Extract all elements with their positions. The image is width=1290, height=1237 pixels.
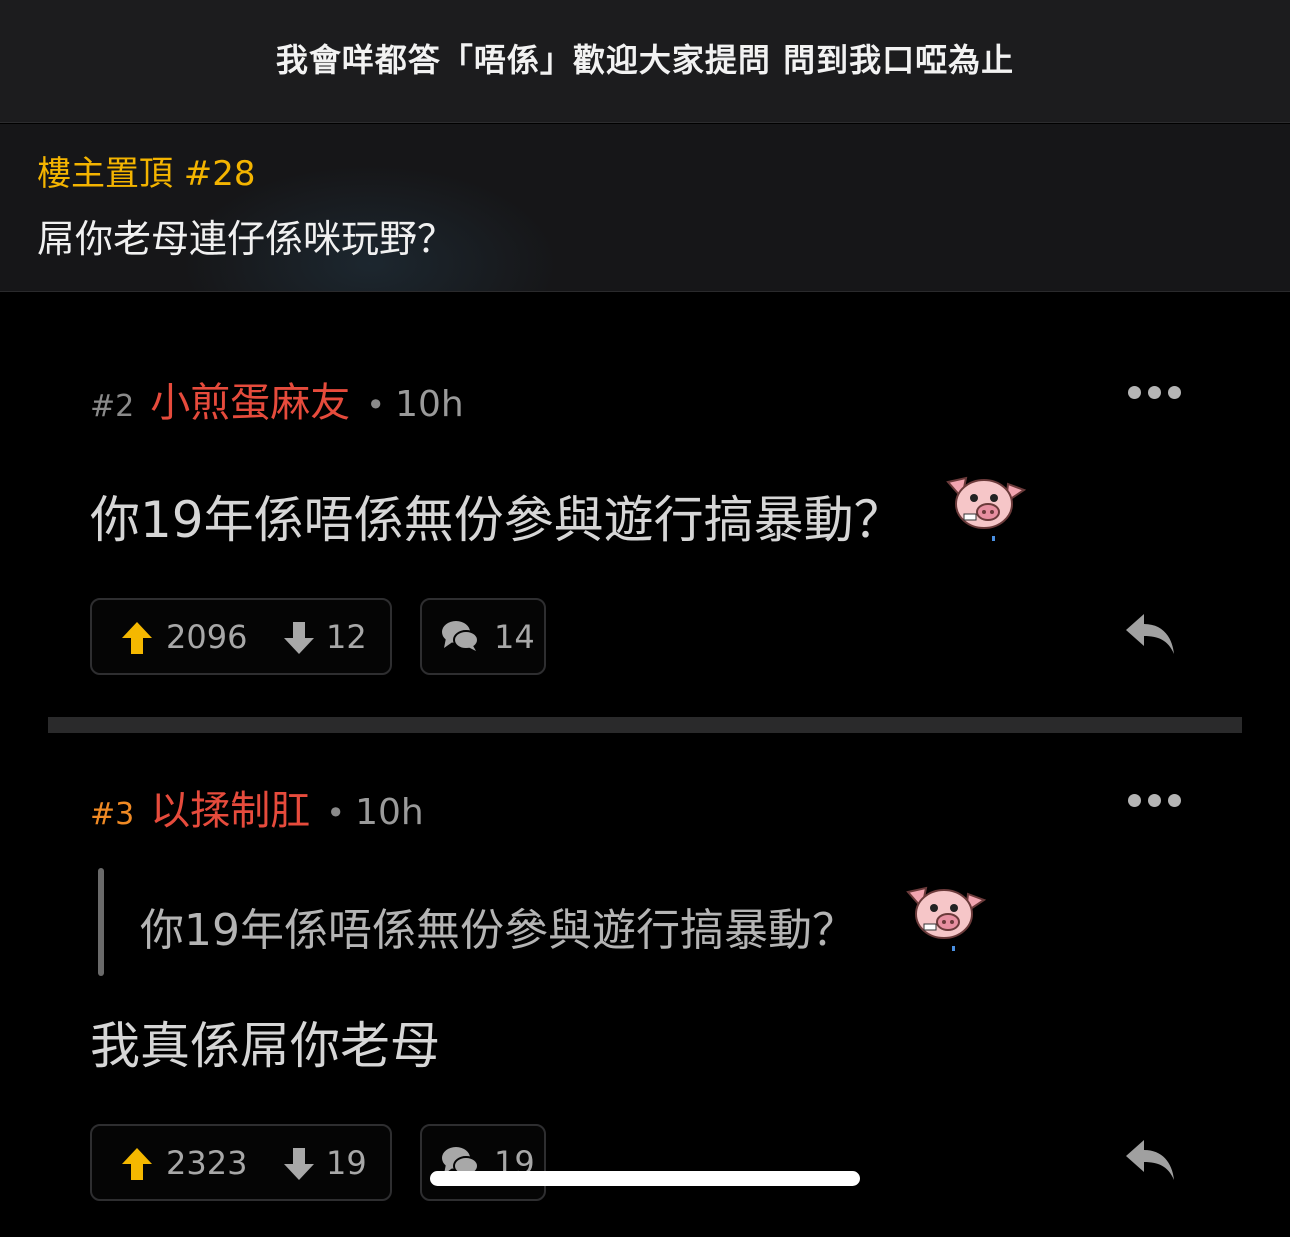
comment-button[interactable]: 19 [420,1124,546,1201]
quote-bar [98,868,104,976]
author-name[interactable]: 以揉制肛 [150,778,310,836]
pinned-text: 屌你老母連仔係咪玩野？ [37,217,456,261]
pinned-banner[interactable]: 樓主置頂 #28 屌你老母連仔係咪玩野？ [0,124,1290,292]
post-divider [48,717,1242,733]
post-header: #2 小煎蛋麻友 • 10h [90,370,464,428]
post-time: 10h [355,792,424,833]
home-indicator[interactable] [430,1171,860,1186]
post-body: 我真係屌你老母 [90,1017,440,1075]
floor-number: #3 [90,797,135,832]
thread-title: 我會咩都答「唔係」歡迎大家提問 問到我口啞為止 [275,41,1015,79]
downvote-arrow-icon[interactable] [284,1148,314,1180]
thread-title-bar: 我會咩都答「唔係」歡迎大家提問 問到我口啞為止 [0,0,1290,123]
quoted-text: 你19年係唔係無份參與遊行搞暴動？ [140,905,856,956]
separator-dot: • [326,794,346,832]
comment-count: 14 [494,618,535,656]
reply-arrow-icon[interactable] [1124,1138,1176,1182]
upvote-count: 2096 [166,618,248,656]
upvote-arrow-icon[interactable] [122,1148,152,1180]
downvote-arrow-icon[interactable] [284,622,314,654]
post-time: 10h [395,384,464,425]
pinned-label: 樓主置頂 #28 [37,154,256,194]
more-options-icon[interactable] [1128,386,1181,399]
pig-icon [946,476,1027,541]
post-header: #3 以揉制肛 • 10h [90,778,424,836]
upvote-count: 2323 [166,1144,248,1182]
comment-button[interactable]: 14 [420,598,546,675]
comment-bubble-icon [442,621,478,651]
vote-box: 2096 12 [90,598,392,675]
separator-dot: • [366,386,386,424]
post-body: 你19年係唔係無份參與遊行搞暴動？ [90,491,904,549]
pig-icon [906,886,987,951]
upvote-arrow-icon[interactable] [122,622,152,654]
downvote-count: 12 [326,618,367,656]
downvote-count: 19 [326,1144,367,1182]
author-name[interactable]: 小煎蛋麻友 [150,370,350,428]
vote-box: 2323 19 [90,1124,392,1201]
more-options-icon[interactable] [1128,794,1181,807]
floor-number: #2 [90,389,135,424]
reply-arrow-icon[interactable] [1124,612,1176,656]
